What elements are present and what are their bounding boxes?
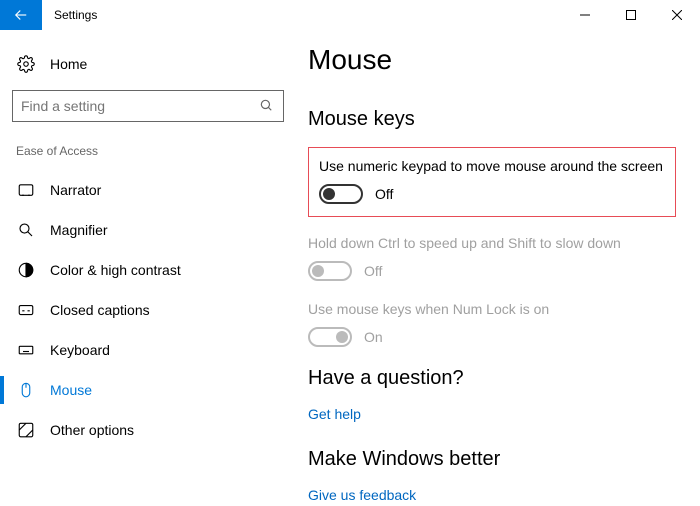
maximize-button[interactable] [608, 0, 654, 30]
opt-ctrl-shift: Hold down Ctrl to speed up and Shift to … [308, 235, 676, 281]
titlebar: Settings [0, 0, 700, 30]
home-nav[interactable]: Home [12, 48, 284, 90]
toggle-ctrl-shift [308, 261, 352, 281]
sidebar-item-label: Keyboard [50, 342, 110, 358]
toggle-numlock [308, 327, 352, 347]
other-options-icon [16, 420, 36, 440]
sidebar-item-label: Narrator [50, 182, 101, 198]
sidebar-item-magnifier[interactable]: Magnifier [12, 210, 284, 250]
opt-numlock-label: Use mouse keys when Num Lock is on [308, 301, 676, 317]
search-box[interactable] [12, 90, 284, 122]
sidebar-item-narrator[interactable]: Narrator [12, 170, 284, 210]
highlight-box: Use numeric keypad to move mouse around … [308, 147, 676, 217]
close-button[interactable] [654, 0, 700, 30]
narrator-icon [16, 180, 36, 200]
magnifier-icon [16, 220, 36, 240]
gear-icon [16, 54, 36, 74]
sidebar-item-label: Magnifier [50, 222, 108, 238]
sidebar-item-label: Closed captions [50, 302, 150, 318]
section-title-question: Have a question? [308, 367, 676, 390]
maximize-icon [626, 10, 636, 20]
section-title-mouse-keys: Mouse keys [308, 108, 676, 131]
section-title-better: Make Windows better [308, 448, 676, 471]
sidebar-item-label: Mouse [50, 382, 92, 398]
contrast-icon [16, 260, 36, 280]
feedback-link[interactable]: Give us feedback [308, 487, 416, 503]
sidebar: Home Ease of Access Narrator Magnifier C… [0, 30, 296, 506]
page-title: Mouse [308, 44, 676, 76]
opt-numeric-keypad-label: Use numeric keypad to move mouse around … [319, 158, 665, 174]
opt-numlock: Use mouse keys when Num Lock is on On [308, 301, 676, 347]
toggle-state: On [364, 329, 383, 345]
toggle-state: Off [364, 263, 382, 279]
mouse-icon [16, 380, 36, 400]
get-help-link[interactable]: Get help [308, 406, 361, 422]
close-icon [672, 10, 682, 20]
captions-icon [16, 300, 36, 320]
window-title: Settings [42, 0, 109, 30]
main-content: Mouse Mouse keys Use numeric keypad to m… [296, 30, 700, 506]
search-input[interactable] [21, 98, 259, 114]
sidebar-item-label: Other options [50, 422, 134, 438]
sidebar-item-other-options[interactable]: Other options [12, 410, 284, 450]
sidebar-item-keyboard[interactable]: Keyboard [12, 330, 284, 370]
minimize-button[interactable] [562, 0, 608, 30]
toggle-numeric-keypad[interactable] [319, 184, 363, 204]
sidebar-item-label: Color & high contrast [50, 262, 181, 278]
search-icon [259, 98, 275, 114]
home-label: Home [50, 56, 87, 72]
arrow-left-icon [12, 6, 30, 24]
minimize-icon [580, 10, 590, 20]
back-button[interactable] [0, 0, 42, 30]
keyboard-icon [16, 340, 36, 360]
opt-ctrl-shift-label: Hold down Ctrl to speed up and Shift to … [308, 235, 676, 251]
sidebar-item-mouse[interactable]: Mouse [12, 370, 284, 410]
sidebar-item-color-high-contrast[interactable]: Color & high contrast [12, 250, 284, 290]
category-header: Ease of Access [16, 144, 280, 158]
sidebar-item-closed-captions[interactable]: Closed captions [12, 290, 284, 330]
toggle-state: Off [375, 186, 393, 202]
